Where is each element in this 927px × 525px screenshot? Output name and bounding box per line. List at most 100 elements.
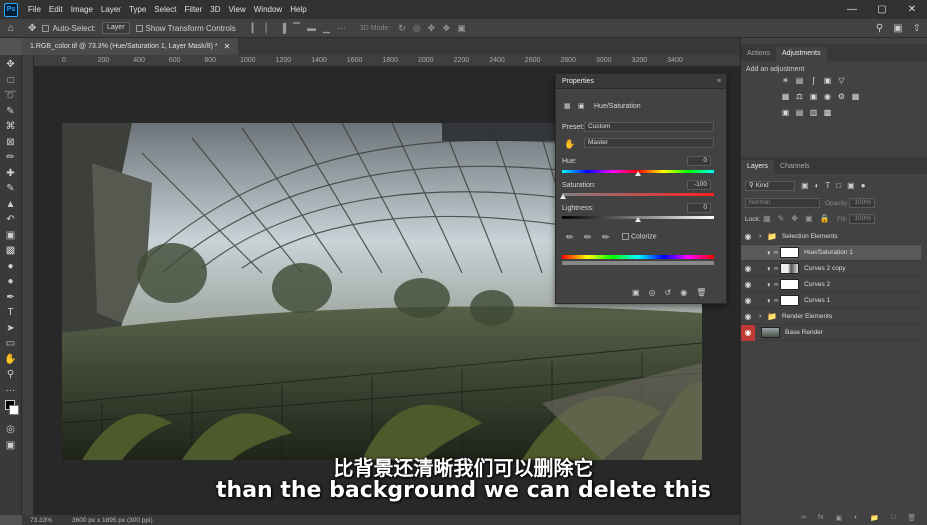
eye-icon[interactable]: ◉: [741, 232, 755, 241]
color-swatches-icon[interactable]: [3, 398, 19, 422]
menu-edit[interactable]: Edit: [45, 5, 67, 14]
tab-actions[interactable]: Actions: [741, 47, 776, 61]
layer-thumbnail[interactable]: [761, 327, 780, 338]
lock-position-icon[interactable]: ✥: [791, 214, 798, 223]
brightness-contrast-icon[interactable]: ☀: [781, 76, 790, 85]
history-brush-tool-icon[interactable]: ↶: [3, 212, 19, 228]
layer-mask-thumbnail[interactable]: [780, 295, 800, 306]
rectangle-tool-icon[interactable]: ▭: [3, 336, 19, 352]
layer-row[interactable]: ◉ ◐ ∞ Curves 1: [741, 293, 921, 309]
menu-image[interactable]: Image: [67, 5, 97, 14]
pen-tool-icon[interactable]: ✒: [3, 290, 19, 306]
lightness-input[interactable]: 0: [687, 203, 711, 213]
color-lookup-icon[interactable]: ▦: [851, 92, 860, 101]
align-top-icon[interactable]: ▔: [293, 23, 300, 34]
menu-filter[interactable]: Filter: [181, 5, 207, 14]
lock-transparent-icon[interactable]: ▦: [763, 214, 771, 223]
menu-layer[interactable]: Layer: [97, 5, 125, 14]
layer-row[interactable]: ◐ ∞ Hue/Saturation 1: [741, 245, 921, 261]
screen-mode-icon[interactable]: ▣: [3, 438, 19, 454]
show-transform-checkbox[interactable]: Show Transform Controls: [135, 24, 236, 33]
filter-shape-icon[interactable]: □: [836, 181, 841, 190]
layer-filter-dropdown[interactable]: ⚲ Kind: [745, 181, 795, 191]
quick-mask-icon[interactable]: ◎: [3, 422, 19, 438]
delete-layer-icon[interactable]: 🗑: [907, 514, 916, 522]
link-layers-icon[interactable]: ∞: [801, 514, 806, 522]
channel-dropdown[interactable]: Master: [584, 138, 714, 148]
layer-row[interactable]: ◉ Base Render: [741, 324, 921, 341]
align-left-icon[interactable]: ▎: [252, 23, 259, 34]
fx-icon[interactable]: fx: [818, 514, 823, 522]
gradient-map-icon[interactable]: ▩: [823, 108, 832, 117]
fill-input[interactable]: 100%: [849, 214, 875, 224]
eye-icon[interactable]: ◉: [741, 296, 755, 305]
workspace-icon[interactable]: ▣: [893, 23, 902, 34]
opacity-input[interactable]: 100%: [849, 198, 875, 208]
new-layer-icon[interactable]: □: [891, 514, 895, 522]
eyedropper-tool-icon[interactable]: ✏: [3, 150, 19, 166]
mask-icon[interactable]: ▣: [578, 102, 585, 110]
auto-select-dropdown[interactable]: Layer: [102, 22, 130, 34]
layer-row[interactable]: ◉ ◐ ∞ Curves 2: [741, 277, 921, 293]
expand-arrow-icon[interactable]: ›: [759, 313, 767, 320]
tab-layers[interactable]: Layers: [741, 160, 775, 174]
layer-row[interactable]: ◉ › 📁 Selection Elements: [741, 229, 921, 245]
hue-saturation-icon[interactable]: ▦: [781, 92, 790, 101]
eyedropper-minus-icon[interactable]: ✏: [602, 232, 610, 243]
lock-artboard-icon[interactable]: ▣: [805, 214, 813, 223]
black-white-icon[interactable]: ▣: [809, 92, 818, 101]
gradient-tool-icon[interactable]: ▩: [3, 243, 19, 259]
menu-help[interactable]: Help: [286, 5, 310, 14]
clip-to-layer-icon[interactable]: ▣: [632, 288, 640, 297]
menu-select[interactable]: Select: [150, 5, 180, 14]
eye-icon[interactable]: ◉: [741, 280, 755, 289]
close-icon[interactable]: ✕: [897, 0, 927, 19]
layer-row[interactable]: ◉ ◐ ∞ Curves 2 copy: [741, 261, 921, 277]
expand-arrow-icon[interactable]: ›: [759, 233, 767, 240]
3d-pan-icon[interactable]: ✥: [428, 23, 436, 34]
crop-tool-icon[interactable]: ⌘: [3, 119, 19, 135]
minimize-icon[interactable]: —: [837, 0, 867, 19]
filter-smart-icon[interactable]: ▣: [847, 181, 855, 190]
close-tab-icon[interactable]: ✕: [224, 42, 231, 51]
eye-icon[interactable]: ◉: [741, 264, 755, 273]
blend-mode-dropdown[interactable]: Normal: [745, 198, 820, 208]
menu-window[interactable]: Window: [250, 5, 286, 14]
hand-tool-icon[interactable]: ✋: [3, 352, 19, 368]
eyedropper-plus-icon[interactable]: ✏: [584, 232, 592, 243]
align-bottom-icon[interactable]: ▁: [323, 23, 330, 34]
levels-icon[interactable]: ▤: [795, 76, 804, 85]
delete-icon[interactable]: 🗑: [696, 288, 706, 297]
dodge-tool-icon[interactable]: ●: [3, 274, 19, 290]
path-select-tool-icon[interactable]: ➤: [3, 321, 19, 337]
filter-pixel-icon[interactable]: ▣: [801, 181, 809, 190]
lightness-slider-thumb[interactable]: [635, 217, 641, 222]
color-balance-icon[interactable]: ⚖: [795, 92, 804, 101]
threshold-icon[interactable]: ▥: [809, 108, 818, 117]
tab-adjustments[interactable]: Adjustments: [775, 47, 827, 61]
posterize-icon[interactable]: ▤: [795, 108, 804, 117]
3d-slide-icon[interactable]: ❖: [442, 23, 450, 34]
align-center-icon[interactable]: ▏: [266, 23, 273, 34]
layer-mask-thumbnail[interactable]: [780, 247, 800, 258]
lock-pixels-icon[interactable]: ✎: [778, 214, 785, 223]
search-icon[interactable]: ⚲: [876, 23, 883, 34]
quick-select-tool-icon[interactable]: ✎: [3, 104, 19, 120]
align-right-icon[interactable]: ▐: [280, 23, 286, 34]
filter-adjustment-icon[interactable]: ◐: [815, 181, 820, 190]
document-tab[interactable]: 1.RGB_color.tif @ 73.3% (Hue/Saturation …: [22, 38, 239, 55]
eye-icon[interactable]: ◉: [741, 312, 755, 321]
channel-mixer-icon[interactable]: ⚙: [837, 92, 846, 101]
saturation-slider-track[interactable]: [562, 193, 714, 196]
curves-icon[interactable]: ∫: [809, 76, 818, 85]
visibility-icon[interactable]: ◉: [680, 288, 687, 297]
preset-dropdown[interactable]: Custom: [584, 122, 714, 132]
targeted-adjust-icon[interactable]: ✋: [564, 139, 575, 150]
frame-tool-icon[interactable]: ⊠: [3, 135, 19, 151]
healing-brush-tool-icon[interactable]: ✚: [3, 166, 19, 182]
vibrance-icon[interactable]: ▽: [837, 76, 846, 85]
3d-scale-icon[interactable]: ▣: [457, 23, 466, 34]
saturation-slider-thumb[interactable]: [560, 194, 566, 199]
align-middle-icon[interactable]: ▬: [307, 23, 316, 34]
view-previous-icon[interactable]: ◎: [649, 288, 656, 297]
